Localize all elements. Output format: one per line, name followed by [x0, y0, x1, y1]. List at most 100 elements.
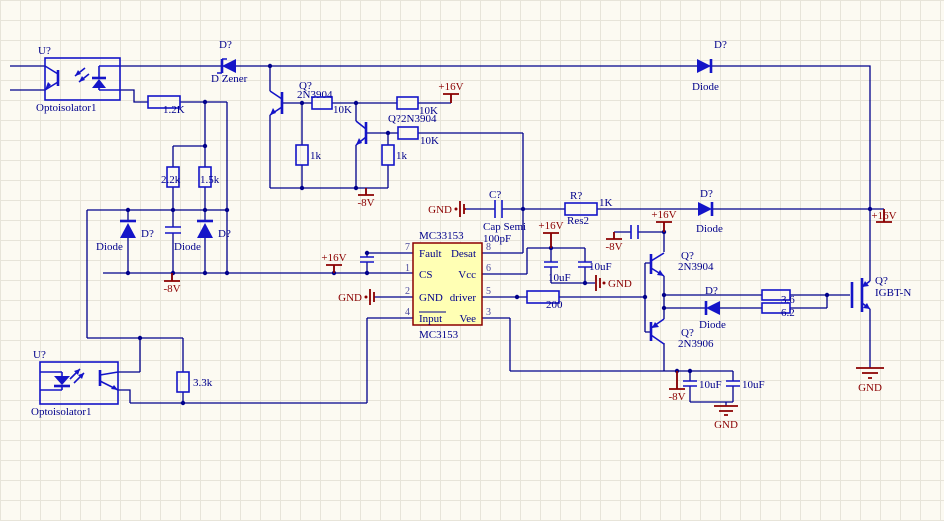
ic-designator: MC33153	[419, 230, 464, 242]
label: 100pF	[483, 233, 511, 245]
label: 10uF	[699, 379, 722, 391]
pin-name: Vee	[460, 313, 477, 325]
label: 2N3904	[678, 261, 714, 273]
label: U?	[33, 349, 46, 361]
label: Diode	[96, 241, 123, 253]
optocoupler-top[interactable]: U? Optoisolator1	[36, 45, 120, 114]
power-port-16v-5[interactable]: +16V	[871, 209, 896, 222]
power-port-n8v-1[interactable]: -8V	[357, 188, 374, 209]
gnd-earth-vee[interactable]: GND	[714, 406, 738, 431]
label: 2N3904	[401, 113, 437, 125]
label: 2N3904	[297, 89, 333, 101]
resistor-1k-a[interactable]: 1k	[296, 145, 322, 165]
power-label: +16V	[321, 252, 346, 264]
power-label: -8V	[163, 283, 180, 295]
label: IGBT-N	[875, 287, 911, 299]
power-port-16v-1[interactable]: +16V	[438, 81, 463, 103]
label: D?	[141, 228, 154, 240]
power-port-16v-2[interactable]: +16V	[321, 252, 346, 273]
pin-name: Desat	[451, 248, 476, 260]
label: D?	[218, 228, 231, 240]
label: 1k	[396, 150, 408, 162]
power-port-n8v-3[interactable]: -8V	[605, 232, 622, 253]
label: 2N3906	[678, 338, 714, 350]
resistor-desat-1k[interactable]: R? 1K Res2	[565, 190, 613, 227]
capacitor-n8v[interactable]	[631, 225, 638, 239]
label: 10uF	[548, 272, 571, 284]
zener-diode[interactable]: D? D Zener	[211, 39, 248, 85]
resistor-1k-b[interactable]: 1k	[382, 145, 408, 165]
capacitor-vcc1[interactable]: 10uF	[544, 262, 571, 284]
diode-d2[interactable]: D? Diode	[174, 221, 231, 253]
gnd-port-vcc[interactable]: GND	[596, 275, 632, 291]
resistor-1p2k[interactable]: 1.2K	[148, 96, 185, 116]
power-port-n8v-2[interactable]: -8V	[163, 273, 180, 295]
power-label: +16V	[651, 209, 676, 221]
resistor-3p3k[interactable]: 3.3k	[177, 372, 213, 392]
gnd-port-blanking[interactable]: GND	[428, 201, 466, 217]
capacitor-vee2[interactable]: 10uF	[726, 379, 765, 391]
ic-mc33153[interactable]: MC33153 MC3153 7 1 2 4 8 6 5 3 Fault CS …	[405, 230, 491, 341]
label: 10uF	[742, 379, 765, 391]
label: D Zener	[211, 73, 248, 85]
optocoupler-bottom[interactable]: U? Optoisolator1	[31, 349, 118, 418]
pin-number: 5	[486, 286, 491, 297]
schematic-svg[interactable]: U? Optoisolator1 U? Optoisolator1 D? D Z…	[0, 0, 944, 521]
pin-number: 1	[405, 263, 410, 274]
label: Diode	[699, 319, 726, 331]
power-label: -8V	[668, 391, 685, 403]
power-label: +16V	[438, 81, 463, 93]
diode-desat[interactable]: D? Diode	[696, 188, 723, 235]
label: 10K	[420, 135, 439, 147]
label: Cap Semi	[483, 221, 526, 233]
label: 2.2k	[161, 174, 181, 186]
label: 3.6	[781, 294, 795, 306]
resistor-1p5k[interactable]: 1.5k	[199, 167, 220, 187]
pin-number: 7	[405, 242, 410, 253]
label: D?	[705, 285, 718, 297]
capacitor-clamp[interactable]	[165, 227, 181, 233]
capacitor-vcc2[interactable]: 10uF	[578, 261, 612, 273]
power-label: -8V	[357, 197, 374, 209]
label: 1.2K	[163, 104, 185, 116]
label: Q?	[388, 113, 401, 125]
pin-name: Input	[419, 313, 442, 325]
capacitor-fault[interactable]	[360, 257, 374, 262]
label: 1k	[310, 150, 322, 162]
transistor-igbt[interactable]: Q? IGBT-N	[852, 275, 911, 312]
capacitor-vee1[interactable]: 10uF	[683, 379, 722, 391]
schematic-canvas[interactable]: U? Optoisolator1 U? Optoisolator1 D? D Z…	[0, 0, 944, 521]
transistor-q3[interactable]: Q? 2N3904	[651, 250, 714, 276]
diode-d1[interactable]: D? Diode	[96, 221, 154, 253]
label: Q?	[875, 275, 888, 287]
capacitor-blanking[interactable]: C? Cap Semi 100pF	[483, 189, 526, 245]
label: 6.2	[781, 307, 795, 319]
power-label: GND	[338, 292, 362, 304]
pin-name: GND	[419, 292, 443, 304]
resistor-2p2k[interactable]: 2.2k	[161, 167, 181, 187]
resistor-10k-q2[interactable]: 10K	[398, 127, 439, 147]
power-label: GND	[608, 278, 632, 290]
gnd-port-pin2[interactable]: GND	[338, 289, 374, 305]
ic-comment: MC3153	[419, 329, 459, 341]
label: 10uF	[589, 261, 612, 273]
resistor-200[interactable]: 200	[527, 291, 563, 311]
power-port-n8v-4[interactable]: -8V	[668, 371, 685, 403]
power-port-16v-3[interactable]: +16V	[538, 220, 563, 248]
label: Optoisolator1	[36, 102, 97, 114]
pin-name: Fault	[419, 248, 442, 260]
label: C?	[489, 189, 501, 201]
label: Diode	[692, 81, 719, 93]
pin-number: 6	[486, 263, 491, 274]
gnd-earth-igbt[interactable]: GND	[856, 368, 884, 394]
power-label: +16V	[538, 220, 563, 232]
resistor-gate-off[interactable]: 6.2	[762, 303, 795, 319]
label: R?	[570, 190, 582, 202]
pin-number: 3	[486, 307, 491, 318]
label: D?	[700, 188, 713, 200]
pin-name: CS	[419, 269, 432, 281]
power-label: GND	[858, 382, 882, 394]
power-port-16v-4[interactable]: +16V	[651, 209, 676, 232]
pin-number: 2	[405, 286, 410, 297]
label: Optoisolator1	[31, 406, 92, 418]
